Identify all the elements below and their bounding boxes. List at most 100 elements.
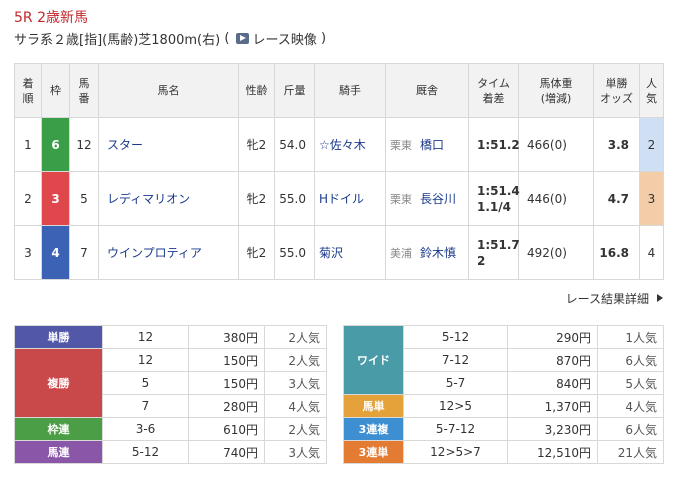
win-odds: 16.8 xyxy=(593,225,640,280)
detail-link-label[interactable]: レース結果詳細 xyxy=(566,292,649,306)
bet-type-label: 3連複 xyxy=(343,417,404,441)
horse-weight: 446(0) xyxy=(518,171,594,226)
payout-amount: 3,230円 xyxy=(507,417,598,441)
time-margin: 1:51.4 1.1/4 xyxy=(468,171,520,226)
payout-row: 枠連 3-6 610円 2人気 xyxy=(14,417,327,441)
header-gate: 枠 xyxy=(41,63,70,118)
stable-region: 美浦 xyxy=(390,247,412,260)
jockey-link[interactable]: ☆佐々木 xyxy=(314,117,386,172)
result-row: 3 4 7 ウインプロティア 牝2 55.0 菊沢 美浦 鈴木慎 1:51.7 2 492(0) 16.… xyxy=(14,225,664,280)
header-time: タイム 着差 xyxy=(468,63,519,118)
jockey-link[interactable]: 菊沢 xyxy=(314,225,386,280)
payout-popularity: 4人気 xyxy=(264,394,327,418)
weight-carried: 54.0 xyxy=(274,117,315,172)
header-num: 馬番 xyxy=(69,63,99,118)
race-title: 5R 2歳新馬 xyxy=(14,10,88,26)
stable-cell: 栗東 長谷川 xyxy=(385,171,469,226)
sex-age: 牝2 xyxy=(238,117,275,172)
horse-name-link[interactable]: ウインプロティア xyxy=(98,225,239,280)
header-sex: 性齢 xyxy=(238,63,275,118)
finish-rank: 2 xyxy=(14,171,42,226)
triangle-right-icon xyxy=(657,294,663,302)
payout-popularity: 6人気 xyxy=(597,417,664,441)
finish-margin: 1.1/4 xyxy=(477,199,511,214)
race-conditions: サラ系２歳[指](馬齢)芝1800m(右) xyxy=(14,33,221,48)
payout-combination: 5-7-12 xyxy=(403,417,508,441)
payout-combination: 7-12 xyxy=(403,348,508,372)
race-meta: サラ系２歳[指](馬齢)芝1800m(右) ( レース映像 ) xyxy=(14,29,327,48)
header-pop-line: 気 xyxy=(646,91,657,105)
header-weight: 馬体重 (増減) xyxy=(518,63,594,118)
payout-combination: 12>5 xyxy=(403,394,508,418)
horse-weight: 492(0) xyxy=(518,225,594,280)
payout-row: ワイド 5-12 290円 1人気 xyxy=(343,325,664,395)
payout-popularity: 3人気 xyxy=(264,440,327,464)
gate-number: 4 xyxy=(41,225,70,280)
header-num-line: 馬 xyxy=(78,76,90,90)
popularity: 3 xyxy=(639,171,664,226)
payout-popularity: 5人気 xyxy=(597,371,664,395)
payout-combination: 5 xyxy=(102,371,189,395)
payout-row: 単勝 12 380円 2人気 xyxy=(14,325,327,349)
payout-table-left: 単勝 12 380円 2人気 複勝 12 150円 2人気 5 150円 3人気 7 280円 4人気 枠連… xyxy=(14,325,327,464)
race-result-detail-link[interactable]: レース結果詳細 xyxy=(566,290,663,307)
header-time-line: 着差 xyxy=(482,91,505,105)
payout-amount: 150円 xyxy=(188,348,265,372)
bet-type-label: 馬連 xyxy=(14,440,103,464)
payout-combination: 5-12 xyxy=(102,440,189,464)
bet-type-label: 複勝 xyxy=(14,348,103,418)
payout-popularity: 3人気 xyxy=(264,371,327,395)
payout-row: 馬連 5-12 740円 3人気 xyxy=(14,440,327,464)
payout-combination: 3-6 xyxy=(102,417,189,441)
payout-amount: 610円 xyxy=(188,417,265,441)
header-odds-line: オッズ xyxy=(600,91,633,105)
payout-popularity: 4人気 xyxy=(597,394,664,418)
payout-combination: 12>5>7 xyxy=(403,440,508,464)
payout-popularity: 2人気 xyxy=(264,417,327,441)
race-video-link[interactable]: レース映像 xyxy=(253,29,317,48)
result-row: 1 6 12 スター 牝2 54.0 ☆佐々木 栗東 橋口 1:51.2 466(0) 3.8 2 xyxy=(14,117,664,172)
horse-number: 5 xyxy=(69,171,99,226)
trainer-link[interactable]: 長谷川 xyxy=(420,192,456,206)
video-icon[interactable] xyxy=(235,33,249,44)
payout-row: 3連複 5-7-12 3,230円 6人気 xyxy=(343,417,664,441)
popularity: 4 xyxy=(639,225,664,280)
results-header-row: 着順枠馬番馬名 性齢 斤量 騎手 厩舎 タイム 着差 馬体重 (増減) 単勝 オッズ人気 xyxy=(14,63,664,118)
result-row: 2 3 5 レディマリオン 牝2 55.0 Hドイル 栗東 長谷川 1:51.4 1.1/4 446(… xyxy=(14,171,664,226)
time-margin: 1:51.7 2 xyxy=(468,225,520,280)
header-pop: 人気 xyxy=(639,63,664,118)
finish-time: 1:51.4 xyxy=(477,183,520,198)
win-odds: 3.8 xyxy=(593,117,640,172)
header-pop-line: 人 xyxy=(646,76,657,90)
payout-amount: 380円 xyxy=(188,325,265,349)
popularity: 2 xyxy=(639,117,664,172)
horse-name-link[interactable]: レディマリオン xyxy=(98,171,239,226)
payout-popularity: 21人気 xyxy=(597,440,664,464)
gate-number: 6 xyxy=(41,117,70,172)
header-rank: 着順 xyxy=(14,63,42,118)
finish-rank: 3 xyxy=(14,225,42,280)
jockey-link[interactable]: Hドイル xyxy=(314,171,386,226)
gate-number: 3 xyxy=(41,171,70,226)
payout-amount: 150円 xyxy=(188,371,265,395)
header-num-line: 番 xyxy=(78,91,90,105)
finish-time: 1:51.7 xyxy=(477,237,520,252)
header-futan: 斤量 xyxy=(274,63,315,118)
payout-popularity: 1人気 xyxy=(597,325,664,349)
header-name-line: 馬名 xyxy=(157,84,180,97)
payout-combination: 5-7 xyxy=(403,371,508,395)
horse-weight: 466(0) xyxy=(518,117,594,172)
payout-row: 複勝 12 150円 2人気 xyxy=(14,348,327,418)
payout-amount: 290円 xyxy=(507,325,598,349)
bet-type-label: 3連単 xyxy=(343,440,404,464)
payout-row: 3連単 12>5>7 12,510円 21人気 xyxy=(343,440,664,464)
trainer-link[interactable]: 鈴木慎 xyxy=(420,246,456,260)
finish-time: 1:51.2 xyxy=(477,137,520,152)
trainer-link[interactable]: 橋口 xyxy=(420,138,444,152)
header-weight-line: (増減) xyxy=(540,91,572,105)
header-time-line: タイム xyxy=(477,76,510,90)
horse-name-link[interactable]: スター xyxy=(98,117,239,172)
payout-combination: 12 xyxy=(102,348,189,372)
stable-cell: 栗東 橋口 xyxy=(385,117,469,172)
bet-type-label: 馬単 xyxy=(343,394,404,418)
